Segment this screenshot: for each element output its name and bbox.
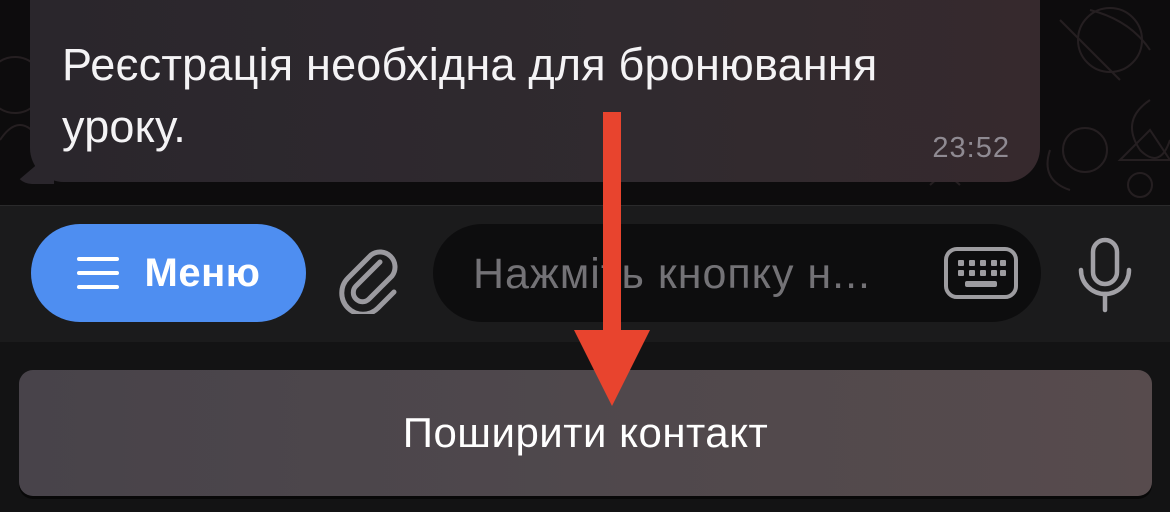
message-input-bar: Меню Нажміть кнопку н... <box>0 205 1170 343</box>
menu-button-label: Меню <box>144 250 261 295</box>
message-input-placeholder: Нажміть кнопку н... <box>473 250 871 298</box>
menu-button[interactable]: Меню <box>31 224 306 322</box>
keyboard-icon[interactable] <box>943 246 1019 300</box>
message-text: Реєстрація необхідна для бронювання урок… <box>62 39 878 152</box>
chat-area: Реєстрація необхідна для бронювання урок… <box>0 0 1170 205</box>
share-contact-label: Поширити контакт <box>402 409 769 456</box>
hamburger-icon <box>76 257 119 289</box>
message-timestamp: 23:52 <box>932 132 1010 164</box>
message-input-field[interactable]: Нажміть кнопку н... <box>433 224 1041 322</box>
telegram-chat-screen: Реєстрація необхідна для бронювання урок… <box>0 0 1170 512</box>
microphone-icon[interactable] <box>1074 236 1136 316</box>
share-contact-button[interactable]: Поширити контакт <box>19 370 1152 496</box>
paperclip-icon[interactable] <box>336 244 406 314</box>
reply-keyboard: Поширити контакт <box>0 342 1170 512</box>
